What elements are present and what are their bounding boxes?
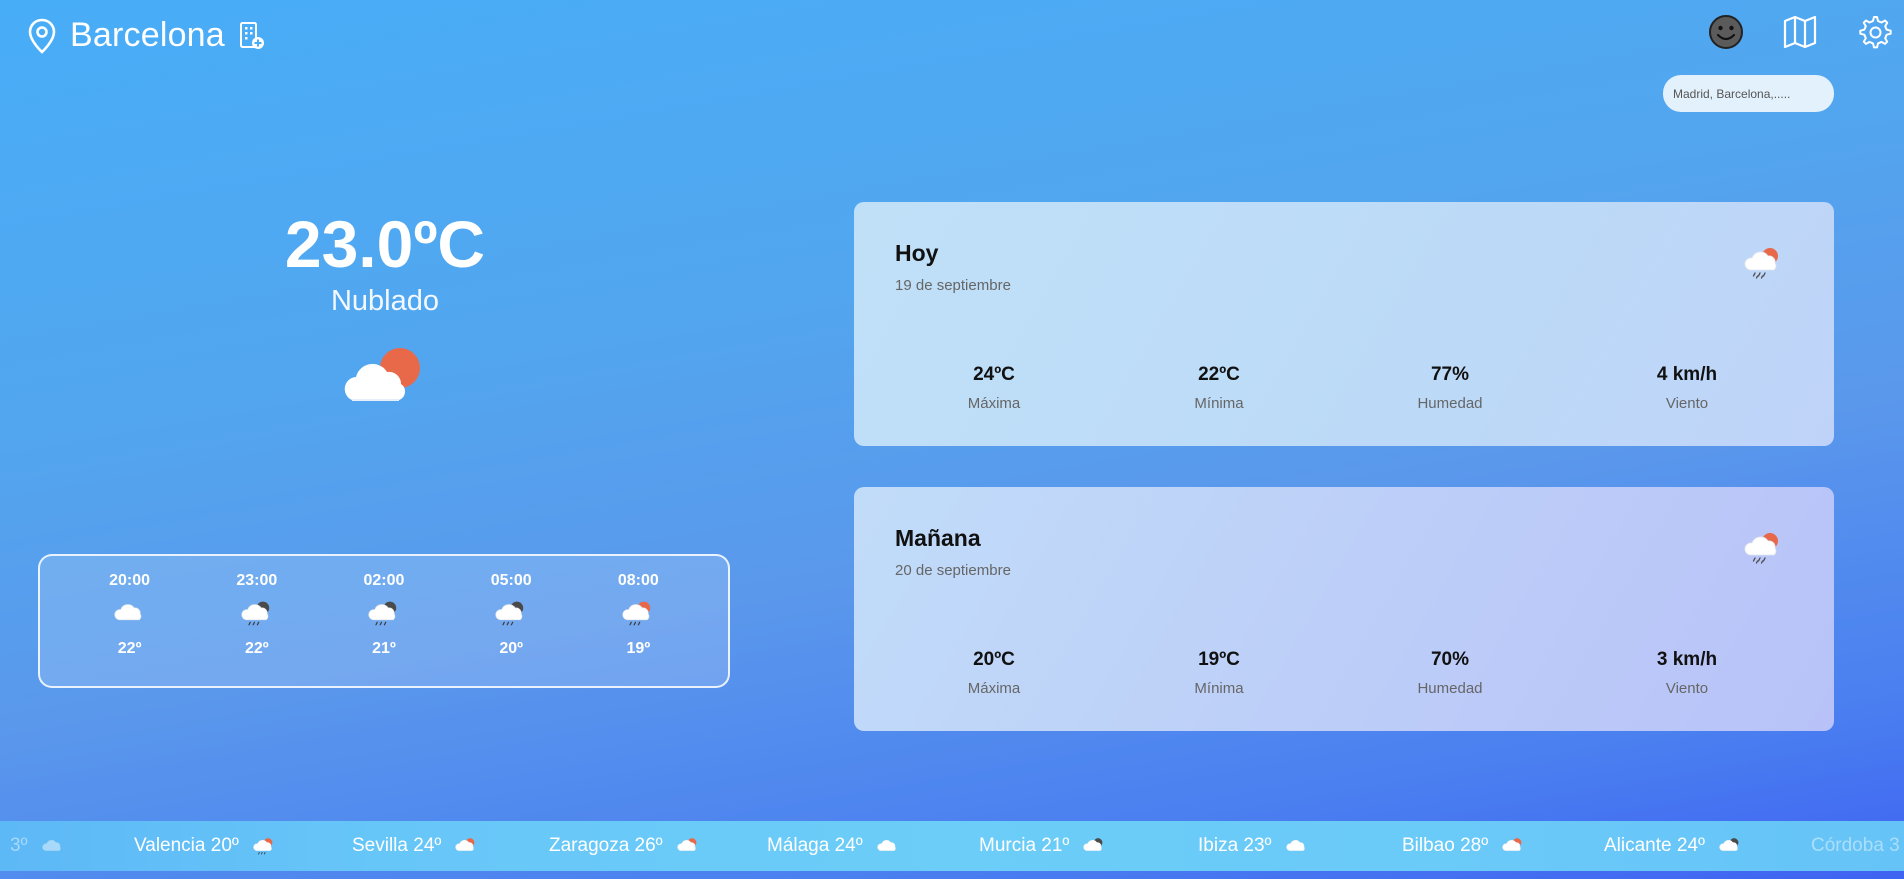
ticker-city-item[interactable]: Valencia 20º [134, 835, 275, 857]
hour-time: 05:00 [490, 572, 532, 589]
stat-wind-label: Viento [1665, 680, 1709, 697]
hour-temp: 22º [244, 640, 269, 657]
cloud-icon [1285, 836, 1308, 856]
current-condition: Nublado [330, 285, 440, 317]
city-title: Barcelona [70, 16, 225, 54]
ticker-city-item[interactable]: Málaga 24º [767, 835, 899, 857]
cloud-sun-rain-icon [253, 836, 275, 856]
map-icon[interactable] [1782, 14, 1818, 50]
stat-max-value: 20ºC [973, 649, 1015, 670]
ticker-city-item[interactable]: 3º [10, 835, 64, 857]
city-search-input[interactable] [1663, 75, 1834, 112]
stat-min: 22ºC Mínima [1174, 364, 1264, 412]
hour-temp: 22º [117, 640, 142, 657]
current-weather: 23.0ºC Nublado [230, 205, 540, 406]
ticker-city-item[interactable]: Córdoba 3 [1811, 835, 1900, 857]
stat-min: 19ºC Mínima [1174, 649, 1264, 697]
hour-temp: 19º [626, 640, 651, 657]
hour-time: 23:00 [236, 572, 278, 589]
hourly-item: 23:00 22º [217, 572, 297, 686]
stat-humidity-value: 77% [1430, 364, 1470, 385]
ticker-city-label: Bilbao 28º [1402, 835, 1489, 856]
hourly-item: 02:00 21º [344, 572, 424, 686]
stat-wind: 3 km/h Viento [1637, 649, 1737, 697]
stat-min-value: 22ºC [1198, 364, 1240, 385]
stat-humidity: 70% Humedad [1400, 649, 1500, 697]
card-title: Mañana [895, 525, 981, 551]
ticker-city-label: Ibiza 23º [1198, 835, 1272, 856]
cities-ticker: 3º Valencia 20º Sevilla 24º Zaragoza 26º Mál… [0, 821, 1904, 871]
hourly-item: 05:00 20º [471, 572, 551, 686]
stat-min-value: 19ºC [1198, 649, 1240, 670]
stat-max: 24ºC Máxima [949, 364, 1039, 412]
hourly-item: 20:00 22º [90, 572, 170, 686]
stat-max-label: Máxima [967, 680, 1021, 697]
forecast-card-tomorrow: Mañana 20 de septiembre 20ºC Máxima 19ºC… [854, 487, 1834, 731]
forecast-card-today: Hoy 19 de septiembre 24ºC Máxima 22ºC Mí… [854, 202, 1834, 446]
hour-time: 20:00 [109, 572, 151, 589]
location-header: Barcelona [28, 16, 265, 55]
hourly-item: 08:00 19º [598, 572, 678, 686]
cloud-moon-icon [1083, 836, 1105, 856]
ticker-city-label: 3º [10, 835, 28, 856]
ticker-city-item[interactable]: Bilbao 28º [1402, 835, 1524, 857]
stat-humidity-label: Humedad [1417, 680, 1483, 697]
cloud-sun-icon [340, 346, 430, 406]
ticker-city-item[interactable]: Zaragoza 26º [549, 835, 699, 857]
cloud-icon [90, 590, 170, 636]
stat-wind-label: Viento [1665, 395, 1709, 412]
stat-min-label: Mínima [1194, 680, 1244, 697]
settings-gear-icon[interactable] [1856, 14, 1892, 50]
stat-humidity: 77% Humedad [1400, 364, 1500, 412]
cloud-moon-icon [1719, 836, 1741, 856]
stat-max: 20ºC Máxima [949, 649, 1039, 697]
ticker-city-item[interactable]: Alicante 24º [1604, 835, 1741, 857]
stat-max-label: Máxima [967, 395, 1021, 412]
cloud-sun-icon [455, 836, 477, 856]
header-actions [1708, 14, 1892, 50]
stat-humidity-label: Humedad [1417, 395, 1483, 412]
cloud-sun-icon [1502, 836, 1524, 856]
cloud-sun-icon [676, 836, 699, 856]
cloud-sun-rain-icon [1744, 246, 1782, 285]
ticker-city-label: Málaga 24º [767, 835, 863, 856]
ticker-city-label: Murcia 21º [979, 835, 1070, 856]
cloud-moon-rain-icon [217, 590, 297, 636]
cloud-sun-rain-icon [598, 590, 678, 636]
location-pin-icon [28, 18, 56, 54]
cloud-icon [877, 836, 899, 856]
cloud-moon-rain-icon [471, 590, 551, 636]
stat-max-value: 24ºC [973, 364, 1015, 385]
cloud-sun-rain-icon [1744, 531, 1782, 570]
ticker-city-item[interactable]: Sevilla 24º [352, 835, 477, 857]
stat-humidity-value: 70% [1430, 649, 1470, 670]
hour-time: 02:00 [363, 572, 405, 589]
ticker-city-label: Alicante 24º [1604, 835, 1705, 856]
hour-time: 08:00 [617, 572, 659, 589]
cloud-icon [41, 836, 64, 856]
ticker-city-item[interactable]: Murcia 21º [979, 835, 1105, 857]
ticker-city-label: Córdoba 3 [1811, 835, 1900, 856]
stat-wind-value: 3 km/h [1656, 649, 1718, 670]
current-temperature: 23.0ºC [284, 207, 486, 281]
stat-wind-value: 4 km/h [1656, 364, 1718, 385]
hour-temp: 20º [499, 640, 523, 657]
stat-wind: 4 km/h Viento [1637, 364, 1737, 412]
hour-temp: 21º [372, 640, 396, 657]
hourly-forecast: 20:00 22º 23:00 22º 02:00 21º 05:00 20º 08:00 19º [38, 554, 730, 688]
ticker-city-item[interactable]: Ibiza 23º [1198, 835, 1308, 857]
stat-min-label: Mínima [1194, 395, 1244, 412]
ticker-city-label: Sevilla 24º [352, 835, 442, 856]
cloud-moon-rain-icon [344, 590, 424, 636]
card-date: 19 de septiembre [895, 277, 1011, 294]
ticker-city-label: Valencia 20º [134, 835, 239, 856]
ticker-city-label: Zaragoza 26º [549, 835, 663, 856]
card-date: 20 de septiembre [895, 562, 1011, 579]
user-avatar-icon[interactable] [1708, 14, 1744, 50]
card-title: Hoy [895, 240, 939, 266]
add-city-icon[interactable] [239, 21, 265, 51]
